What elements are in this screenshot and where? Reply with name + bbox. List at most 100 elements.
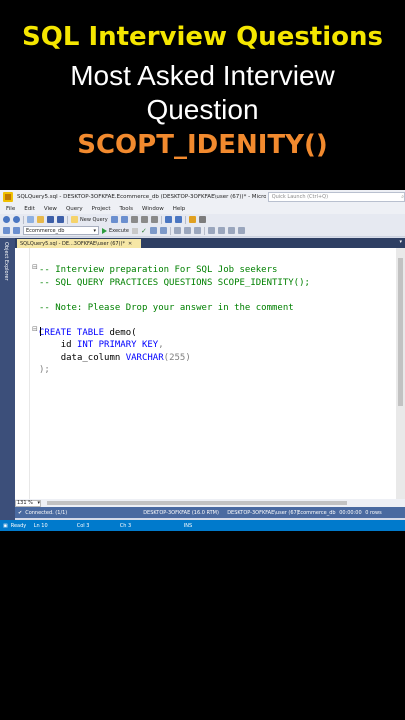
toolbar-separator <box>203 226 205 235</box>
decrease-indent-icon[interactable] <box>227 227 235 234</box>
code-comma: , <box>158 340 164 350</box>
paste-icon[interactable] <box>150 216 158 223</box>
ssms-app-icon <box>3 192 13 202</box>
quick-launch-placeholder: Quick Launch (Ctrl+Q) <box>271 194 329 200</box>
menu-window[interactable]: Window <box>142 206 164 212</box>
title-bar: SQLQuery5.sql - DESKTOP-3OFKFAE.Ecommerc… <box>0 190 405 204</box>
window-title: SQLQuery5.sql - DESKTOP-3OFKFAE.Ecommerc… <box>16 194 266 200</box>
banner-subtitle-line1: Most Asked Interview <box>70 60 335 91</box>
vertical-scrollbar[interactable] <box>396 248 405 499</box>
menu-edit[interactable]: Edit <box>24 206 35 212</box>
document-tab-strip: SQLQuery5.sql - DE...3OFKFAE\user (67))*… <box>15 238 405 248</box>
redo-icon[interactable] <box>174 216 182 223</box>
stop-icon[interactable] <box>132 227 138 234</box>
copy-icon[interactable] <box>140 216 148 223</box>
open-file-icon[interactable] <box>37 216 44 223</box>
database-select[interactable]: Ecommerce_db ▾ <box>23 226 99 235</box>
uncomment-icon[interactable] <box>217 227 225 234</box>
code-varchar-args: (255) <box>163 352 191 363</box>
query-status-bar: ✔ Connected. (1/1) DESKTOP-3OFKFAE (16.0… <box>15 507 405 518</box>
toolbar-separator <box>184 215 186 224</box>
results-to-file-icon[interactable] <box>193 227 201 234</box>
new-query-button[interactable]: New Query <box>71 216 108 223</box>
analysis-query-icon[interactable] <box>120 216 128 223</box>
new-project-icon[interactable] <box>27 216 34 223</box>
database-engine-query-icon[interactable] <box>110 216 118 223</box>
menu-project[interactable]: Project <box>92 206 111 212</box>
server-name: DESKTOP-3OFKFAE (16.0 RTM) <box>143 509 219 516</box>
tab-sqlquery5[interactable]: SQLQuery5.sql - DE...3OFKFAE\user (67))*… <box>17 239 141 248</box>
connect-icon[interactable] <box>3 227 10 234</box>
code-line-9: ); <box>39 365 50 375</box>
comment-out-icon[interactable] <box>207 227 215 234</box>
debug-icon[interactable] <box>188 216 196 223</box>
toolbar-separator <box>23 215 24 224</box>
results-to-grid-icon[interactable] <box>183 227 191 234</box>
status-bar: ▣ Ready Ln 10 Col 3 Ch 3 INS <box>0 520 405 531</box>
search-icon: ⌕ <box>401 194 405 200</box>
display-plan-icon[interactable] <box>149 227 157 234</box>
cut-icon[interactable] <box>130 216 138 223</box>
menu-tools[interactable]: Tools <box>119 206 133 212</box>
connected-icon: ✔ <box>18 509 23 516</box>
login-user: DESKTOP-3OFKFAE\user (67) <box>227 509 299 516</box>
ssms-window: SQLQuery5.sql - DESKTOP-3OFKFAE.Ecommerc… <box>0 190 405 531</box>
code-line-2: -- SQL QUERY PRACTICES QUESTIONS SCOPE_I… <box>39 277 310 288</box>
execute-icon <box>102 227 107 234</box>
code-column-id: id <box>60 340 77 350</box>
fold-collapse-icon[interactable]: ⊟ <box>32 325 38 333</box>
zoom-value: 131 % <box>17 500 33 506</box>
editor-bottom-bar: 131 % ▾ <box>15 499 405 507</box>
current-database: Ecommerce_db <box>297 509 336 516</box>
quick-launch-input[interactable]: Quick Launch (Ctrl+Q) ⌕ <box>267 192 405 202</box>
menu-bar: File Edit View Query Project Tools Windo… <box>0 204 405 214</box>
query-editor[interactable]: ⊟ ⊟ -- Interview preparation For SQL Job… <box>15 248 396 499</box>
code-line-1: -- Interview preparation For SQL Job see… <box>39 265 278 275</box>
status-line: Ln 10 <box>33 522 48 529</box>
text-caret <box>40 327 41 336</box>
standard-toolbar: New Query <box>0 214 405 225</box>
close-icon[interactable]: ✕ <box>128 241 132 247</box>
code-type-int-pk: INT PRIMARY KEY <box>76 340 159 350</box>
vertical-scroll-thumb[interactable] <box>398 258 403 406</box>
undo-icon[interactable] <box>164 216 172 223</box>
forward-icon[interactable] <box>13 216 20 223</box>
status-icon: ▣ <box>3 522 8 529</box>
toolbar-separator <box>160 215 162 224</box>
sql-editor-toolbar: Ecommerce_db ▾ Execute ✓ <box>0 225 405 237</box>
elapsed-time: 00:00:00 <box>339 509 362 516</box>
tab-label: SQLQuery5.sql - DE...3OFKFAE\user (67))* <box>20 240 125 247</box>
connection-status: Connected. (1/1) <box>25 509 68 516</box>
save-all-icon[interactable] <box>57 216 64 223</box>
results-to-text-icon[interactable] <box>173 227 181 234</box>
back-icon[interactable] <box>3 216 10 223</box>
code-table-name: demo( <box>104 327 137 338</box>
fold-collapse-icon[interactable]: ⊟ <box>32 263 38 271</box>
new-query-label: New Query <box>80 216 108 223</box>
menu-query[interactable]: Query <box>66 206 83 212</box>
database-select-value: Ecommerce_db <box>26 227 65 234</box>
toolbar-separator <box>67 215 68 224</box>
change-connection-icon[interactable] <box>13 227 20 234</box>
query-designer-icon[interactable] <box>159 227 167 234</box>
new-query-icon <box>71 216 78 223</box>
object-explorer-label: Object Explorer <box>3 242 9 281</box>
chevron-down-icon: ▾ <box>93 227 96 234</box>
find-icon[interactable] <box>198 216 206 223</box>
zoom-select[interactable]: 131 % ▾ <box>15 499 41 507</box>
row-count: 0 rows <box>365 509 382 516</box>
menu-view[interactable]: View <box>44 206 57 212</box>
execute-label: Execute <box>109 227 129 234</box>
code-column-data: data_column <box>60 352 126 363</box>
menu-help[interactable]: Help <box>173 206 186 212</box>
menu-file[interactable]: File <box>6 206 15 212</box>
parse-check-icon[interactable]: ✓ <box>141 227 147 234</box>
object-explorer-collapsed-tab[interactable]: Object Explorer <box>0 238 15 521</box>
horizontal-scroll-thumb[interactable] <box>47 501 347 505</box>
execute-button[interactable]: Execute <box>102 227 129 234</box>
increase-indent-icon[interactable] <box>237 227 245 234</box>
status-ready: Ready <box>10 522 27 529</box>
code-line-4: -- Note: Please Drop your answer in the … <box>39 302 294 313</box>
save-icon[interactable] <box>47 216 54 223</box>
tab-dropdown-icon[interactable]: ▾ <box>399 239 402 245</box>
